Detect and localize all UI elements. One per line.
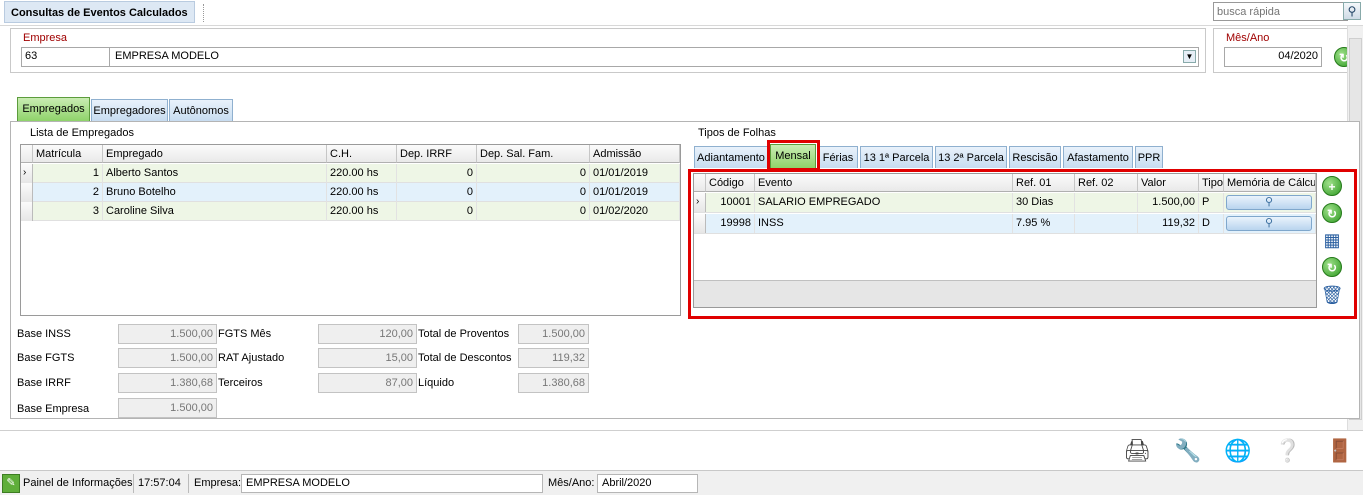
empresa-code-field[interactable]: 63 [21, 47, 111, 67]
label-base-irrf: Base IRRF [17, 377, 71, 389]
status-mes-value: Abril/2020 [597, 474, 698, 493]
employees-title: Lista de Empregados [30, 127, 134, 139]
cell-dep-sal: 0 [477, 164, 590, 183]
highlight-events-area [688, 169, 1357, 319]
label-fgts-mes: FGTS Mês [218, 328, 272, 340]
cell-dep-irrf: 0 [397, 183, 477, 202]
search-icon[interactable]: ⚲ [1343, 2, 1361, 20]
globe-icon[interactable]: 🌐 [1222, 435, 1254, 467]
cell-dep-sal: 0 [477, 202, 590, 221]
value-total-proventos: 1.500,00 [518, 324, 589, 344]
label-base-fgts: Base FGTS [17, 352, 75, 364]
cell-matricula: 2 [33, 183, 103, 202]
tab-13-1-parcela[interactable]: 13 1ª Parcela [860, 146, 933, 168]
exit-door-icon[interactable]: 🚪 [1324, 435, 1356, 467]
cell-admissao: 01/02/2020 [590, 202, 680, 221]
tab-adiantamento[interactable]: Adiantamento [694, 146, 768, 168]
value-base-inss: 1.500,00 [118, 324, 217, 344]
status-divider [133, 474, 134, 493]
cell-ch: 220.00 hs [327, 183, 397, 202]
col-dep-irrf[interactable]: Dep. IRRF [397, 145, 477, 163]
empresa-name: EMPRESA MODELO [115, 50, 219, 62]
tab-ppr[interactable]: PPR [1135, 146, 1163, 168]
col-matricula[interactable]: Matrícula [33, 145, 103, 163]
tab-empregados[interactable]: Empregados [17, 97, 90, 121]
status-divider [188, 474, 189, 493]
tab-13-2-parcela[interactable]: 13 2ª Parcela [935, 146, 1007, 168]
row-indicator [21, 183, 33, 202]
value-base-empresa: 1.500,00 [118, 398, 217, 418]
help-icon[interactable]: ❔ [1272, 435, 1304, 467]
status-bar: ✎ Painel de Informações 17:57:04 Empresa… [0, 470, 1363, 495]
tab-afastamento[interactable]: Afastamento [1063, 146, 1133, 168]
cell-ch: 220.00 hs [327, 202, 397, 221]
pin-icon[interactable]: ✎ [2, 474, 20, 493]
table-row[interactable]: 3 Caroline Silva 220.00 hs 0 0 01/02/202… [21, 202, 680, 221]
value-fgts-mes: 120,00 [318, 324, 417, 344]
empresa-panel: Empresa 63 EMPRESA MODELO ▼ [10, 28, 1206, 73]
label-base-empresa: Base Empresa [17, 403, 90, 415]
cell-ch: 220.00 hs [327, 164, 397, 183]
cell-dep-irrf: 0 [397, 202, 477, 221]
footer-divider [0, 430, 1363, 431]
folhas-title: Tipos de Folhas [698, 127, 776, 139]
window-title: Consultas de Eventos Calculados [4, 1, 195, 23]
status-empresa-label: Empresa: [194, 477, 242, 489]
cell-admissao: 01/01/2019 [590, 183, 680, 202]
label-rat: RAT Ajustado [218, 352, 285, 364]
row-indicator [21, 202, 33, 221]
cell-empregado: Bruno Botelho [103, 183, 327, 202]
tab-ferias[interactable]: Férias [818, 146, 858, 168]
col-empregado[interactable]: Empregado [103, 145, 327, 163]
mesano-label: Mês/Ano [1226, 32, 1270, 44]
label-terceiros: Terceiros [218, 377, 263, 389]
quick-search-input[interactable] [1213, 2, 1348, 21]
value-terceiros: 87,00 [318, 373, 417, 393]
cell-matricula: 1 [33, 164, 103, 183]
printer-icon[interactable]: 🖨 [1121, 435, 1153, 467]
employees-grid[interactable]: Matrícula Empregado C.H. Dep. IRRF Dep. … [20, 144, 681, 316]
painel-label[interactable]: Painel de Informações [23, 477, 132, 489]
value-total-descontos: 119,32 [518, 348, 589, 368]
tab-autonomos[interactable]: Autônomos [169, 99, 233, 121]
label-total-proventos: Total de Proventos [418, 328, 510, 340]
title-bar: Consultas de Eventos Calculados ⚲ [0, 0, 1363, 26]
cell-empregado: Alberto Santos [103, 164, 327, 183]
cell-admissao: 01/01/2019 [590, 164, 680, 183]
cell-empregado: Caroline Silva [103, 202, 327, 221]
row-indicator-header [21, 145, 33, 163]
tools-icon[interactable]: 🔧 [1172, 435, 1204, 467]
table-row[interactable]: 2 Bruno Botelho 220.00 hs 0 0 01/01/2019 [21, 183, 680, 202]
label-liquido: Líquido [418, 377, 455, 389]
status-mes-label: Mês/Ano: [548, 477, 595, 489]
label-total-descontos: Total de Descontos [418, 352, 512, 364]
cell-dep-irrf: 0 [397, 164, 477, 183]
chevron-down-icon[interactable]: ▼ [1183, 50, 1196, 63]
highlight-mensal-tab [767, 140, 820, 171]
status-empresa-value: EMPRESA MODELO [241, 474, 543, 493]
title-divider [203, 4, 204, 22]
table-row[interactable]: › 1 Alberto Santos 220.00 hs 0 0 01/01/2… [21, 164, 680, 183]
tab-rescisao[interactable]: Rescisão [1009, 146, 1061, 168]
cell-dep-sal: 0 [477, 183, 590, 202]
col-ch[interactable]: C.H. [327, 145, 397, 163]
mesano-field[interactable]: 04/2020 [1224, 47, 1322, 67]
status-time: 17:57:04 [138, 477, 181, 489]
cell-matricula: 3 [33, 202, 103, 221]
value-rat: 15,00 [318, 348, 417, 368]
row-indicator: › [21, 164, 33, 183]
label-base-inss: Base INSS [17, 328, 71, 340]
empresa-label: Empresa [23, 32, 68, 44]
empresa-select[interactable]: EMPRESA MODELO ▼ [109, 47, 1199, 67]
col-admissao[interactable]: Admissão [590, 145, 680, 163]
value-liquido: 1.380,68 [518, 373, 589, 393]
tab-empregadores[interactable]: Empregadores [91, 99, 168, 121]
col-dep-sal-fam[interactable]: Dep. Sal. Fam. [477, 145, 590, 163]
value-base-irrf: 1.380,68 [118, 373, 217, 393]
value-base-fgts: 1.500,00 [118, 348, 217, 368]
mesano-panel: Mês/Ano 04/2020 ↻ [1213, 28, 1360, 73]
